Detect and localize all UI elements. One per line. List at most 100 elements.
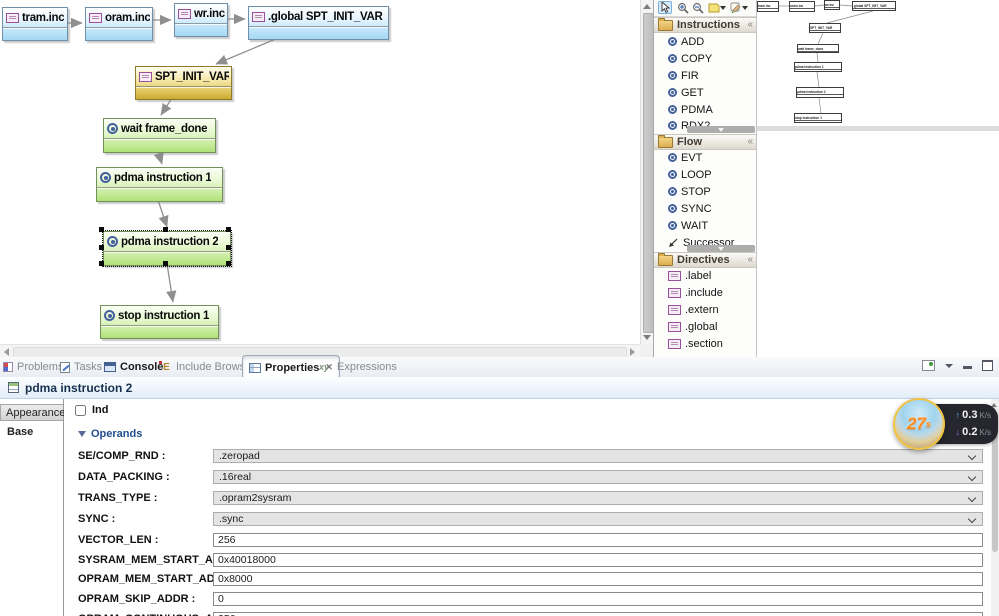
chevron-down-icon[interactable] [720,6,726,10]
maximize-icon[interactable] [982,360,993,371]
outline-mini-node: wr.inc [824,0,840,10]
node-pdma-instruction-1[interactable]: pdma instruction 1 [96,167,223,202]
node-wait-frame-done[interactable]: wait frame_done [103,118,216,153]
select-tool-button[interactable] [658,1,672,14]
ind-label: Ind [92,404,109,416]
tab-include-browser[interactable]: E Include Browser [159,357,255,377]
drawer-scroll-down[interactable] [687,126,755,133]
instruction-icon [107,236,118,247]
zoom-in-button[interactable] [676,1,690,14]
palette-item-pdma[interactable]: PDMA [654,103,757,116]
instruction-icon [107,123,118,134]
upload-arrow-icon: ↑ [955,410,961,420]
field-row: OPRAM_CONTINUOUS_ADDR : [64,612,991,616]
palette-item-wait[interactable]: WAIT [654,219,757,232]
data-packing-dropdown[interactable]: .16real [213,470,983,484]
node-oram-inc[interactable]: oram.inc [85,7,153,41]
pin-view-icon[interactable] [922,360,935,371]
chevron-down-icon[interactable] [742,6,748,10]
drawer-scroll-down[interactable] [687,245,755,252]
folder-icon [658,134,673,148]
palette-item-stop[interactable]: STOP [654,185,757,198]
scroll-up-icon[interactable] [643,4,651,9]
pin-drawer-icon[interactable]: « [747,137,753,147]
zoom-out-button[interactable] [691,1,705,14]
opram-skip-addr-input[interactable] [213,592,983,606]
tab-tasks[interactable]: Tasks [60,357,102,377]
tab-base[interactable]: Base [2,424,65,441]
sync-dropdown[interactable]: .sync [213,512,983,526]
selection-handle[interactable] [163,227,168,232]
opram-continuous-addr-input[interactable] [213,612,983,616]
palette-item-section[interactable]: .section [654,337,757,350]
tab-console[interactable]: Console [104,357,163,377]
node-label: wait frame_done [121,122,208,135]
directive-icon [668,304,681,315]
pin-drawer-icon[interactable]: « [747,255,753,265]
palette-item-fir[interactable]: FIR [654,69,757,82]
outline-overview[interactable]: tram.inc oram.inc wr.inc .global SPT_INI… [756,0,999,358]
diagram-canvas[interactable]: tram.inc oram.inc wr.inc .global SPT_INI… [0,0,654,358]
instruction-icon [668,187,677,196]
selection-handle[interactable] [226,261,231,266]
speed-ball-widget[interactable]: 27s [893,398,945,450]
latency-value: 27 [907,414,926,433]
scroll-right-icon[interactable] [630,348,635,356]
field-label: TRANS_TYPE : [78,492,158,504]
outline-mini-node: wait frame_done [797,44,839,53]
view-menu-icon[interactable] [945,363,953,368]
palette-drawer-flow[interactable]: Flow « [654,134,757,150]
tab-expressions[interactable]: xy Expressions [319,357,397,377]
bottom-panel: Problems Tasks Console E Include Browser … [0,355,999,616]
selection-handle[interactable] [226,245,231,250]
note-tool-button[interactable] [707,1,721,14]
palette-item-sync[interactable]: SYNC [654,202,757,215]
trans-type-dropdown[interactable]: .opram2sysram [213,491,983,505]
instruction-icon [668,221,677,230]
selection-handle[interactable] [99,261,104,266]
scroll-down-icon[interactable] [643,335,651,340]
field-row: SYNC : .sync [64,512,991,527]
properties-form: Ind Operands SE/COMP_RND : .zeropad DATA… [64,399,991,616]
palette-item-loop[interactable]: LOOP [654,168,757,181]
node-wr-inc[interactable]: wr.inc [174,3,228,37]
palette-item-extern[interactable]: .extern [654,303,757,316]
chevron-down-icon [967,493,977,503]
se-comp-rnd-dropdown[interactable]: .zeropad [213,449,983,463]
palette-item-label[interactable]: .label [654,269,757,282]
cursor-arrow-icon [661,2,670,13]
canvas-vertical-scrollbar[interactable] [640,0,654,344]
scroll-left-icon[interactable] [4,348,9,356]
pin-drawer-icon[interactable]: « [747,20,753,30]
node-spt-init-var[interactable]: SPT_INIT_VAR [135,66,232,100]
minimize-icon[interactable] [963,365,972,369]
sysram-mem-start-addr-input[interactable] [213,553,983,567]
magnifier-plus-icon [678,2,689,14]
node-stop-instruction-1[interactable]: stop instruction 1 [100,305,219,339]
palette-item-include[interactable]: .include [654,286,757,299]
tab-appearance[interactable]: Appearance [0,404,65,421]
palette-item-get[interactable]: GET [654,86,757,99]
vector-len-input[interactable] [213,533,983,547]
ide-window: tram.inc oram.inc wr.inc .global SPT_INI… [0,0,999,616]
marker-tool-button[interactable] [728,1,742,14]
palette-item-add[interactable]: ADD [654,35,757,48]
palette-item-global[interactable]: .global [654,320,757,333]
selection-handle[interactable] [99,245,104,250]
selection-handle[interactable] [163,261,168,266]
field-row: OPRAM_SKIP_ADDR : [64,592,991,607]
opram-mem-start-addr-input[interactable] [213,572,983,586]
palette-drawer-directives[interactable]: Directives « [654,252,757,268]
selection-handle[interactable] [99,227,104,232]
tab-problems[interactable]: Problems [3,357,63,377]
palette-drawer-instructions[interactable]: Instructions « [654,17,757,33]
instruction-icon [668,105,677,114]
palette-item-evt[interactable]: EVT [654,151,757,164]
selection-handle[interactable] [226,227,231,232]
palette-item-copy[interactable]: COPY [654,52,757,65]
ind-checkbox[interactable] [75,404,86,416]
node-tram-inc[interactable]: tram.inc [2,7,68,41]
operands-section-header[interactable]: Operands [78,428,142,440]
instruction-icon [668,88,677,97]
node-global-spt-init-var[interactable]: .global SPT_INIT_VAR [248,6,389,40]
